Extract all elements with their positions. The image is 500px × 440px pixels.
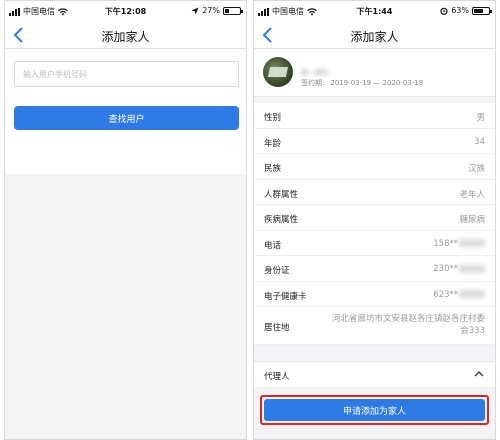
alarm-clock-icon [440, 7, 448, 15]
info-value: 34 [474, 136, 485, 147]
user-profile-card: 家一团队 签约期: 2019-03-19 — 2020-03-18 [254, 49, 495, 97]
info-row-address: 居住地 河北省廊坊市文安县赵各庄镇赵各庄村委会333 [254, 307, 495, 345]
location-arrow-icon [191, 7, 199, 14]
info-label: 电子健康卡 [264, 291, 307, 302]
battery-percent: 27% [202, 6, 220, 15]
sign-period-value: 2019-03-19 — 2020-03-18 [330, 79, 424, 87]
user-team: 家一团队 [301, 69, 329, 77]
info-label: 人群属性 [264, 189, 299, 200]
info-value: 河北省廊坊市文安县赵各庄镇赵各庄村委会333 [331, 314, 485, 336]
right-phone-screen: 中国电信 下午1:44 63% 添加家人 家一团队 签约期: 2019-03-19… [253, 0, 496, 440]
info-row-gender: 性别 男 [254, 103, 495, 129]
info-label: 居住地 [264, 323, 290, 333]
agent-label: 代理人 [264, 372, 290, 382]
info-row-population-type: 人群属性 老年人 [254, 180, 495, 205]
nav-bar: 添加家人 [254, 21, 495, 49]
info-row-age: 年龄 34 [254, 129, 495, 154]
page-title: 添加家人 [350, 30, 399, 44]
sign-period-label: 签约期: [301, 79, 325, 87]
info-row-phone: 电话 158** [254, 231, 495, 256]
info-row-id-card: 身份证 230** [254, 256, 495, 282]
left-phone-screen: 中国电信 下午12:08 27% 添加家人 查找用户 [4, 0, 247, 440]
status-bar: 中国电信 下午12:08 27% [5, 1, 246, 21]
page-title: 添加家人 [101, 30, 150, 44]
avatar [263, 57, 293, 87]
info-label: 疾病属性 [264, 215, 299, 225]
info-label: 年龄 [264, 138, 282, 149]
info-label: 性别 [264, 113, 282, 123]
battery-icon [223, 6, 243, 15]
phone-number-input[interactable] [14, 61, 239, 87]
user-info-list: 性别 男 年龄 34 民族 汉族 人群属性 老年人 疾病属性 糖尿病 电话 15… [254, 103, 495, 345]
info-label: 民族 [264, 164, 282, 174]
find-user-button[interactable]: 查找用户 [14, 106, 239, 130]
info-value: 汉族 [467, 164, 485, 174]
apply-button-highlight: 申请添加为家人 [260, 395, 489, 425]
info-row-disease: 疾病属性 糖尿病 [254, 205, 495, 231]
info-value: 158** [433, 239, 485, 249]
status-bar: 中国电信 下午1:44 63% [254, 1, 495, 21]
apply-add-family-button[interactable]: 申请添加为家人 [264, 399, 485, 421]
battery-percent: 63% [451, 6, 469, 15]
info-label: 身份证 [264, 266, 290, 276]
info-value: 623** [433, 290, 485, 300]
info-value: 老年人 [459, 189, 485, 200]
info-value: 糖尿病 [459, 215, 485, 225]
sign-period-row: 签约期: 2019-03-19 — 2020-03-18 [301, 78, 423, 88]
search-form: 查找用户 [5, 49, 246, 174]
agent-section-toggle[interactable]: 代理人 [254, 361, 495, 387]
info-value: 男 [476, 113, 485, 123]
chevron-up-icon [474, 371, 484, 377]
info-row-health-card: 电子健康卡 623** [254, 282, 495, 307]
info-row-ethnicity: 民族 汉族 [254, 154, 495, 180]
battery-icon [472, 6, 492, 15]
info-label: 电话 [264, 240, 282, 251]
nav-bar: 添加家人 [5, 21, 246, 49]
info-value: 230** [433, 264, 485, 274]
